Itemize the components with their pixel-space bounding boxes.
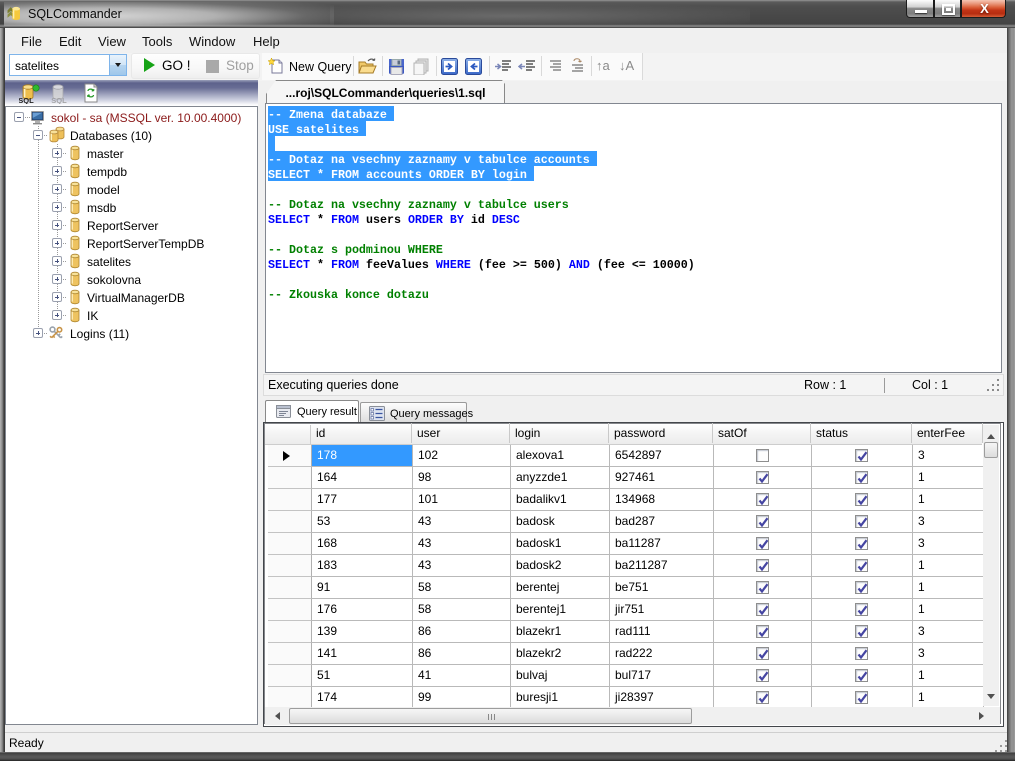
- svg-text:SQL: SQL: [51, 96, 67, 104]
- svg-text:SQL: SQL: [19, 96, 34, 104]
